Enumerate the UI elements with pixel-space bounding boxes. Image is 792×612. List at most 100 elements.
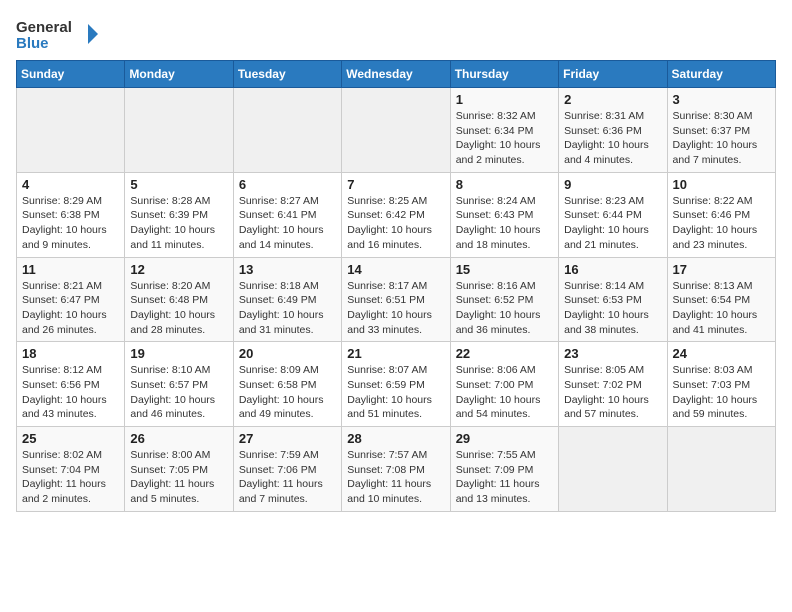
day-number: 23 xyxy=(564,346,661,361)
calendar-cell xyxy=(667,427,775,512)
day-info: Sunrise: 8:29 AM Sunset: 6:38 PM Dayligh… xyxy=(22,194,119,253)
day-number: 5 xyxy=(130,177,227,192)
calendar-cell: 14 Sunrise: 8:17 AM Sunset: 6:51 PM Dayli… xyxy=(342,257,450,342)
calendar-body: 1Sunrise: 8:32 AM Sunset: 6:34 PM Daylig… xyxy=(17,88,776,512)
calendar-cell: 3 Sunrise: 8:30 AM Sunset: 6:37 PM Daylig… xyxy=(667,88,775,173)
day-number: 14 xyxy=(347,262,444,277)
day-number: 17 xyxy=(673,262,770,277)
logo-svg: GeneralBlue xyxy=(16,16,106,52)
calendar-header: SundayMondayTuesdayWednesdayThursdayFrid… xyxy=(17,61,776,88)
day-info: Sunrise: 8:16 AM Sunset: 6:52 PM Dayligh… xyxy=(456,279,553,338)
day-number: 12 xyxy=(130,262,227,277)
day-number: 6 xyxy=(239,177,336,192)
day-number: 9 xyxy=(564,177,661,192)
day-info: Sunrise: 8:21 AM Sunset: 6:47 PM Dayligh… xyxy=(22,279,119,338)
calendar-cell xyxy=(17,88,125,173)
day-info: Sunrise: 8:20 AM Sunset: 6:48 PM Dayligh… xyxy=(130,279,227,338)
day-info: Sunrise: 8:13 AM Sunset: 6:54 PM Dayligh… xyxy=(673,279,770,338)
calendar-cell: 5 Sunrise: 8:28 AM Sunset: 6:39 PM Daylig… xyxy=(125,172,233,257)
day-info: Sunrise: 8:30 AM Sunset: 6:37 PM Dayligh… xyxy=(673,109,770,168)
calendar-cell: 24 Sunrise: 8:03 AM Sunset: 7:03 PM Dayli… xyxy=(667,342,775,427)
day-info: Sunrise: 8:31 AM Sunset: 6:36 PM Dayligh… xyxy=(564,109,661,168)
day-info: Sunrise: 8:22 AM Sunset: 6:46 PM Dayligh… xyxy=(673,194,770,253)
calendar-cell: 29Sunrise: 7:55 AM Sunset: 7:09 PM Dayli… xyxy=(450,427,558,512)
calendar-week-row: 4 Sunrise: 8:29 AM Sunset: 6:38 PM Daylig… xyxy=(17,172,776,257)
calendar-cell: 25Sunrise: 8:02 AM Sunset: 7:04 PM Dayli… xyxy=(17,427,125,512)
calendar-table: SundayMondayTuesdayWednesdayThursdayFrid… xyxy=(16,60,776,512)
day-info: Sunrise: 8:09 AM Sunset: 6:58 PM Dayligh… xyxy=(239,363,336,422)
day-number: 28 xyxy=(347,431,444,446)
weekday-header-monday: Monday xyxy=(125,61,233,88)
day-info: Sunrise: 8:07 AM Sunset: 6:59 PM Dayligh… xyxy=(347,363,444,422)
day-info: Sunrise: 8:03 AM Sunset: 7:03 PM Dayligh… xyxy=(673,363,770,422)
calendar-cell: 10Sunrise: 8:22 AM Sunset: 6:46 PM Dayli… xyxy=(667,172,775,257)
calendar-cell: 9 Sunrise: 8:23 AM Sunset: 6:44 PM Daylig… xyxy=(559,172,667,257)
calendar-cell: 28 Sunrise: 7:57 AM Sunset: 7:08 PM Dayli… xyxy=(342,427,450,512)
calendar-cell: 6 Sunrise: 8:27 AM Sunset: 6:41 PM Daylig… xyxy=(233,172,341,257)
day-number: 26 xyxy=(130,431,227,446)
calendar-cell: 1Sunrise: 8:32 AM Sunset: 6:34 PM Daylig… xyxy=(450,88,558,173)
day-number: 25 xyxy=(22,431,119,446)
calendar-cell: 26 Sunrise: 8:00 AM Sunset: 7:05 PM Dayli… xyxy=(125,427,233,512)
svg-text:General: General xyxy=(16,19,72,36)
day-number: 1 xyxy=(456,92,553,107)
calendar-week-row: 11Sunrise: 8:21 AM Sunset: 6:47 PM Dayli… xyxy=(17,257,776,342)
day-info: Sunrise: 8:23 AM Sunset: 6:44 PM Dayligh… xyxy=(564,194,661,253)
day-number: 2 xyxy=(564,92,661,107)
calendar-cell xyxy=(342,88,450,173)
calendar-cell: 8 Sunrise: 8:24 AM Sunset: 6:43 PM Daylig… xyxy=(450,172,558,257)
day-number: 13 xyxy=(239,262,336,277)
day-number: 4 xyxy=(22,177,119,192)
day-info: Sunrise: 8:10 AM Sunset: 6:57 PM Dayligh… xyxy=(130,363,227,422)
weekday-header-row: SundayMondayTuesdayWednesdayThursdayFrid… xyxy=(17,61,776,88)
page-header: GeneralBlue xyxy=(16,16,776,52)
day-info: Sunrise: 8:17 AM Sunset: 6:51 PM Dayligh… xyxy=(347,279,444,338)
day-number: 27 xyxy=(239,431,336,446)
day-info: Sunrise: 8:05 AM Sunset: 7:02 PM Dayligh… xyxy=(564,363,661,422)
calendar-cell: 23 Sunrise: 8:05 AM Sunset: 7:02 PM Dayli… xyxy=(559,342,667,427)
day-info: Sunrise: 8:18 AM Sunset: 6:49 PM Dayligh… xyxy=(239,279,336,338)
day-info: Sunrise: 8:24 AM Sunset: 6:43 PM Dayligh… xyxy=(456,194,553,253)
calendar-cell: 20 Sunrise: 8:09 AM Sunset: 6:58 PM Dayli… xyxy=(233,342,341,427)
calendar-cell: 27 Sunrise: 7:59 AM Sunset: 7:06 PM Dayli… xyxy=(233,427,341,512)
calendar-week-row: 25Sunrise: 8:02 AM Sunset: 7:04 PM Dayli… xyxy=(17,427,776,512)
day-info: Sunrise: 7:55 AM Sunset: 7:09 PM Dayligh… xyxy=(456,448,553,507)
day-number: 8 xyxy=(456,177,553,192)
day-number: 15 xyxy=(456,262,553,277)
calendar-cell: 16Sunrise: 8:14 AM Sunset: 6:53 PM Dayli… xyxy=(559,257,667,342)
day-info: Sunrise: 7:57 AM Sunset: 7:08 PM Dayligh… xyxy=(347,448,444,507)
weekday-header-tuesday: Tuesday xyxy=(233,61,341,88)
day-info: Sunrise: 8:12 AM Sunset: 6:56 PM Dayligh… xyxy=(22,363,119,422)
weekday-header-friday: Friday xyxy=(559,61,667,88)
weekday-header-wednesday: Wednesday xyxy=(342,61,450,88)
calendar-cell: 13 Sunrise: 8:18 AM Sunset: 6:49 PM Dayli… xyxy=(233,257,341,342)
day-info: Sunrise: 8:06 AM Sunset: 7:00 PM Dayligh… xyxy=(456,363,553,422)
weekday-header-saturday: Saturday xyxy=(667,61,775,88)
calendar-cell xyxy=(559,427,667,512)
day-number: 20 xyxy=(239,346,336,361)
svg-text:Blue: Blue xyxy=(16,35,49,52)
calendar-cell: 2 Sunrise: 8:31 AM Sunset: 6:36 PM Daylig… xyxy=(559,88,667,173)
calendar-cell: 4 Sunrise: 8:29 AM Sunset: 6:38 PM Daylig… xyxy=(17,172,125,257)
calendar-week-row: 1Sunrise: 8:32 AM Sunset: 6:34 PM Daylig… xyxy=(17,88,776,173)
day-info: Sunrise: 7:59 AM Sunset: 7:06 PM Dayligh… xyxy=(239,448,336,507)
calendar-cell: 19 Sunrise: 8:10 AM Sunset: 6:57 PM Dayli… xyxy=(125,342,233,427)
day-info: Sunrise: 8:27 AM Sunset: 6:41 PM Dayligh… xyxy=(239,194,336,253)
day-info: Sunrise: 8:00 AM Sunset: 7:05 PM Dayligh… xyxy=(130,448,227,507)
calendar-cell xyxy=(125,88,233,173)
day-info: Sunrise: 8:14 AM Sunset: 6:53 PM Dayligh… xyxy=(564,279,661,338)
day-number: 22 xyxy=(456,346,553,361)
day-info: Sunrise: 8:28 AM Sunset: 6:39 PM Dayligh… xyxy=(130,194,227,253)
calendar-cell: 15 Sunrise: 8:16 AM Sunset: 6:52 PM Dayli… xyxy=(450,257,558,342)
calendar-cell: 21Sunrise: 8:07 AM Sunset: 6:59 PM Dayli… xyxy=(342,342,450,427)
day-number: 24 xyxy=(673,346,770,361)
day-number: 18 xyxy=(22,346,119,361)
calendar-week-row: 18 Sunrise: 8:12 AM Sunset: 6:56 PM Dayli… xyxy=(17,342,776,427)
day-number: 19 xyxy=(130,346,227,361)
day-number: 3 xyxy=(673,92,770,107)
day-info: Sunrise: 8:25 AM Sunset: 6:42 PM Dayligh… xyxy=(347,194,444,253)
calendar-cell: 12 Sunrise: 8:20 AM Sunset: 6:48 PM Dayli… xyxy=(125,257,233,342)
day-number: 7 xyxy=(347,177,444,192)
calendar-cell: 7 Sunrise: 8:25 AM Sunset: 6:42 PM Daylig… xyxy=(342,172,450,257)
calendar-cell: 18 Sunrise: 8:12 AM Sunset: 6:56 PM Dayli… xyxy=(17,342,125,427)
